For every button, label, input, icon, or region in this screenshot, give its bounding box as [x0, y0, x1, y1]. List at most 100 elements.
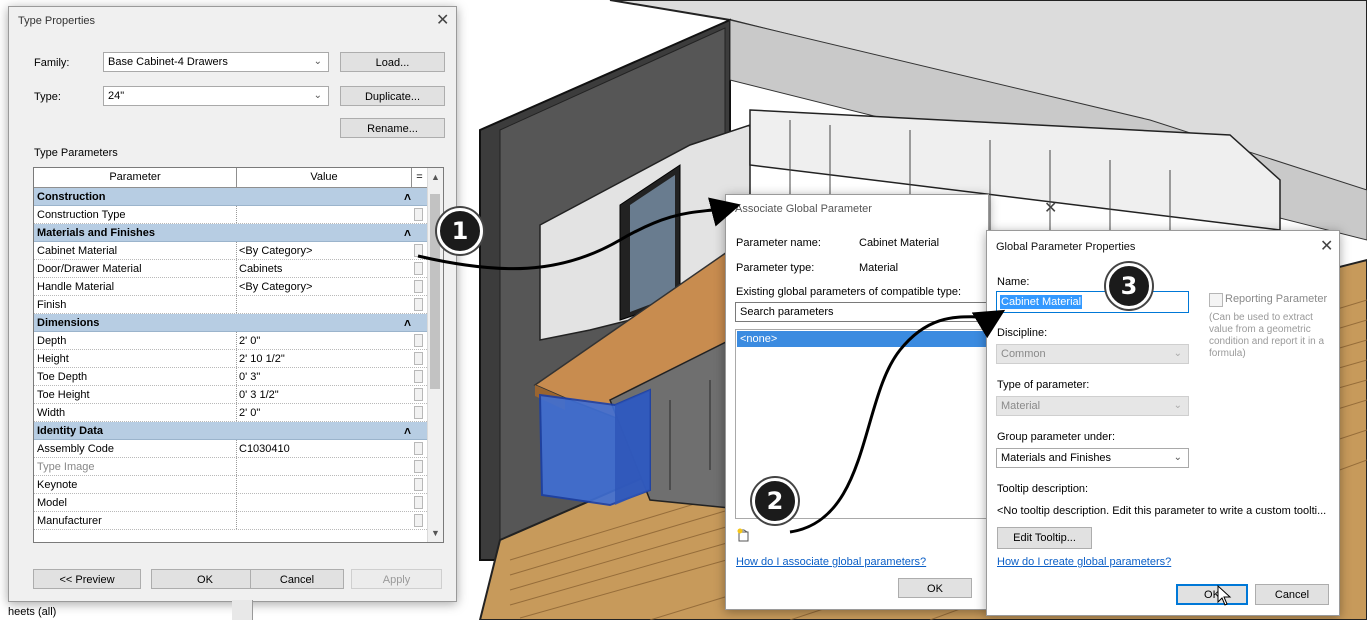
associate-parameter-button[interactable]: [414, 514, 423, 527]
parameter-name: Keynote: [37, 479, 78, 491]
parameter-value[interactable]: <By Category>: [239, 278, 409, 296]
duplicate-button[interactable]: Duplicate...: [340, 86, 445, 106]
load-button[interactable]: Load...: [340, 52, 445, 72]
rename-button[interactable]: Rename...: [340, 118, 445, 138]
collapse-icon[interactable]: ˄: [404, 314, 411, 332]
column-header-formula[interactable]: =: [412, 168, 427, 187]
table-row[interactable]: Model: [34, 494, 427, 512]
parameter-value[interactable]: C1030410: [239, 440, 409, 458]
parameter-group-row[interactable]: Construction ˄: [34, 188, 427, 206]
close-icon[interactable]: ✕: [1320, 239, 1333, 255]
scroll-down-icon[interactable]: ▼: [428, 526, 443, 540]
associate-parameter-button[interactable]: [414, 388, 423, 401]
column-header-parameter[interactable]: Parameter: [34, 168, 237, 187]
collapse-icon[interactable]: ˄: [404, 188, 411, 206]
associate-parameter-button[interactable]: [414, 334, 423, 347]
parameter-name: Materials and Finishes: [37, 227, 155, 239]
associate-parameter-button[interactable]: [414, 406, 423, 419]
collapse-icon[interactable]: ˄: [404, 224, 411, 242]
table-row[interactable]: Toe Height 0' 3 1/2": [34, 386, 427, 404]
associate-parameter-button[interactable]: [414, 298, 423, 311]
table-row[interactable]: Width 2' 0": [34, 404, 427, 422]
parameter-value[interactable]: Cabinets: [239, 260, 409, 278]
table-row[interactable]: Manufacturer: [34, 512, 427, 530]
column-divider: [236, 296, 237, 313]
associate-parameter-button[interactable]: [414, 496, 423, 509]
list-item-none[interactable]: <none>: [737, 331, 988, 347]
callout-1: 1: [437, 208, 483, 254]
cancel-button[interactable]: Cancel: [250, 569, 344, 589]
table-row[interactable]: Depth 2' 0": [34, 332, 427, 350]
column-divider: [236, 458, 237, 475]
mouse-cursor-icon: [1217, 585, 1232, 606]
type-select[interactable]: 24" ⌄: [103, 86, 329, 106]
type-label: Type:: [34, 91, 61, 103]
parameter-value[interactable]: 2' 0": [239, 332, 409, 350]
parameter-group-row[interactable]: Materials and Finishes ˄: [34, 224, 427, 242]
ok-button[interactable]: OK: [151, 569, 259, 589]
help-associate-link[interactable]: How do I associate global parameters?: [736, 556, 926, 568]
group-parameter-under-select[interactable]: Materials and Finishes ⌄: [996, 448, 1189, 468]
column-divider: [236, 512, 237, 529]
associate-parameter-button[interactable]: [414, 208, 423, 221]
table-row[interactable]: Construction Type: [34, 206, 427, 224]
associate-ok-button[interactable]: OK: [898, 578, 972, 598]
global-cancel-button[interactable]: Cancel: [1255, 584, 1329, 605]
table-row[interactable]: Finish: [34, 296, 427, 314]
associate-parameter-button[interactable]: [414, 280, 423, 293]
new-parameter-icon[interactable]: [737, 528, 751, 542]
name-label: Name:: [997, 276, 1030, 288]
reporting-parameter-checkbox[interactable]: [1209, 293, 1223, 307]
preview-button[interactable]: << Preview: [33, 569, 141, 589]
table-row[interactable]: Cabinet Material <By Category>: [34, 242, 427, 260]
close-icon[interactable]: ✕: [436, 13, 449, 29]
family-select[interactable]: Base Cabinet-4 Drawers ⌄: [103, 52, 329, 72]
type-parameters-grid[interactable]: Parameter Value = Construction ˄ Construct…: [33, 167, 444, 543]
associate-parameter-button[interactable]: [414, 370, 423, 383]
table-row[interactable]: Handle Material <By Category>: [34, 278, 427, 296]
parameter-value[interactable]: 2' 10 1/2": [239, 350, 409, 368]
table-row[interactable]: Type Image: [34, 458, 427, 476]
global-parameter-properties-dialog: Global Parameter Properties ✕ Name: Cabi…: [986, 230, 1340, 616]
search-parameters-value: Search parameters: [740, 306, 834, 318]
column-header-value[interactable]: Value: [237, 168, 412, 187]
parameter-group-row[interactable]: Identity Data ˄: [34, 422, 427, 440]
associate-parameter-button[interactable]: [414, 244, 423, 257]
discipline-select-value: Common: [1001, 348, 1046, 360]
table-row[interactable]: Assembly Code C1030410: [34, 440, 427, 458]
discipline-select[interactable]: Common ⌄: [996, 344, 1189, 364]
collapse-icon[interactable]: ˄: [404, 422, 411, 440]
apply-button[interactable]: Apply: [351, 569, 442, 589]
parameter-value[interactable]: 2' 0": [239, 404, 409, 422]
column-divider: [236, 494, 237, 511]
associate-parameter-button[interactable]: [414, 352, 423, 365]
search-parameters-input[interactable]: Search parameters: [735, 302, 988, 322]
parameter-group-row[interactable]: Dimensions ˄: [34, 314, 427, 332]
type-of-parameter-select[interactable]: Material ⌄: [996, 396, 1189, 416]
associate-parameter-button[interactable]: [414, 442, 423, 455]
global-ok-button[interactable]: OK: [1176, 584, 1248, 605]
parameter-name: Construction: [37, 191, 106, 203]
parameter-value[interactable]: <By Category>: [239, 242, 409, 260]
associate-parameter-button[interactable]: [414, 262, 423, 275]
parameter-value[interactable]: 0' 3": [239, 368, 409, 386]
parameter-name: Type Image: [37, 461, 95, 473]
name-input[interactable]: Cabinet Material: [996, 291, 1189, 313]
family-label: Family:: [34, 57, 70, 69]
parameter-value[interactable]: 0' 3 1/2": [239, 386, 409, 404]
discipline-label: Discipline:: [997, 327, 1048, 339]
column-divider: [236, 260, 237, 277]
associate-parameter-button[interactable]: [414, 478, 423, 491]
edit-tooltip-button[interactable]: Edit Tooltip...: [997, 527, 1092, 549]
associate-parameter-button[interactable]: [414, 460, 423, 473]
table-row[interactable]: Height 2' 10 1/2": [34, 350, 427, 368]
table-row[interactable]: Door/Drawer Material Cabinets: [34, 260, 427, 278]
help-create-link[interactable]: How do I create global parameters?: [997, 556, 1171, 568]
parameter-name: Depth: [37, 335, 67, 347]
scroll-up-icon[interactable]: ▲: [428, 170, 443, 184]
tooltip-description-label: Tooltip description:: [997, 483, 1089, 495]
existing-parameters-label: Existing global parameters of compatible…: [736, 286, 962, 298]
table-row[interactable]: Keynote: [34, 476, 427, 494]
table-row[interactable]: Toe Depth 0' 3": [34, 368, 427, 386]
close-icon[interactable]: ✕: [1044, 201, 1057, 217]
